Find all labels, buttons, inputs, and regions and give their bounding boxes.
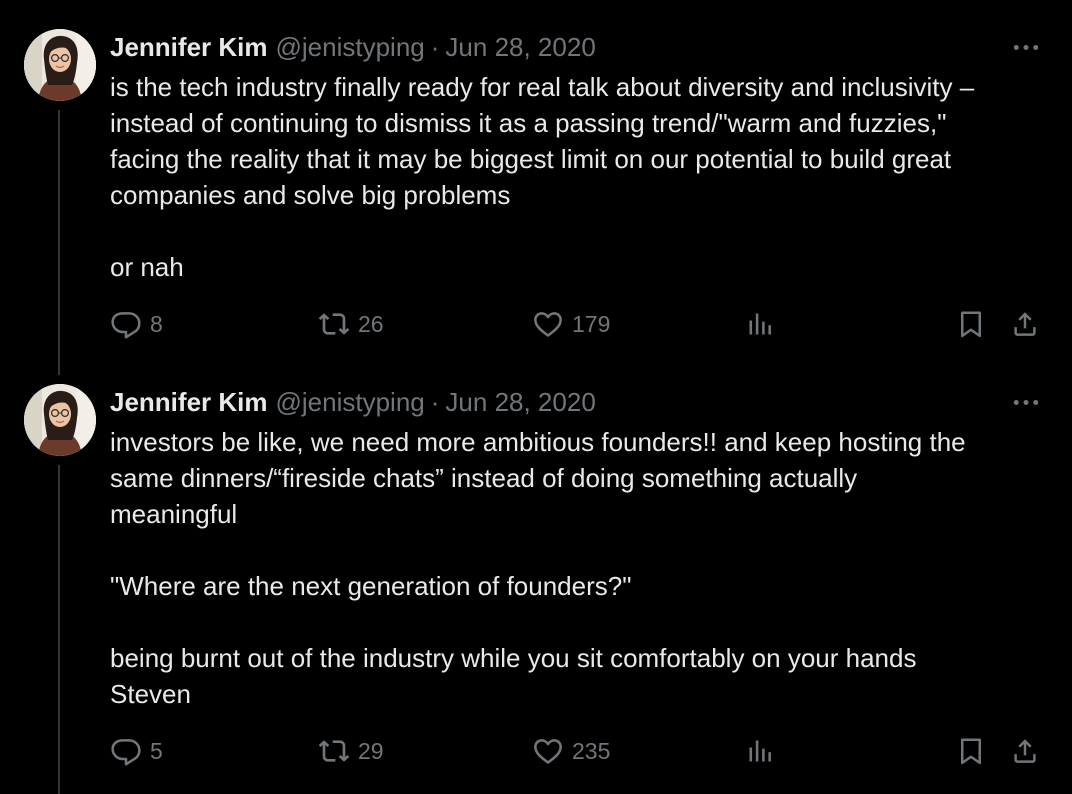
reply-count: 8 xyxy=(150,310,163,337)
like-count: 179 xyxy=(572,310,611,337)
retweet-button[interactable]: 29 xyxy=(318,731,384,771)
share-icon xyxy=(1010,736,1040,766)
author-handle[interactable]: @jenistyping xyxy=(276,387,425,418)
views-icon xyxy=(746,737,774,765)
tweet-text: is the tech industry finally ready for r… xyxy=(110,72,975,282)
like-button[interactable]: 235 xyxy=(532,731,610,771)
avatar[interactable] xyxy=(24,29,96,101)
tweet-date[interactable]: Jun 28, 2020 xyxy=(445,387,595,418)
share-icon xyxy=(1010,309,1040,339)
tweet-text: investors be like, we need more ambitiou… xyxy=(110,427,966,709)
like-button[interactable]: 179 xyxy=(532,304,610,344)
action-bar: 5 29 235 xyxy=(110,731,1050,771)
share-button[interactable] xyxy=(1010,304,1040,344)
reply-icon xyxy=(110,308,142,340)
retweet-count: 26 xyxy=(358,310,384,337)
retweet-icon xyxy=(318,735,350,767)
like-icon xyxy=(532,735,564,767)
reply-count: 5 xyxy=(150,737,163,764)
tweet[interactable]: Jennifer Kim @jenistyping · Jun 28, 2020… xyxy=(0,384,1072,794)
bookmark-icon xyxy=(956,309,986,339)
reply-button[interactable]: 5 xyxy=(110,731,163,771)
author-handle[interactable]: @jenistyping xyxy=(276,32,425,63)
separator-dot: · xyxy=(430,31,440,62)
bookmark-button[interactable] xyxy=(956,304,986,344)
tweet-header: Jennifer Kim @jenistyping · Jun 28, 2020 xyxy=(110,386,596,418)
action-bar: 8 26 179 xyxy=(110,304,1050,344)
tweet-date[interactable]: Jun 28, 2020 xyxy=(445,32,595,63)
reply-icon xyxy=(110,735,142,767)
separator-dot: · xyxy=(430,386,440,417)
views-button[interactable] xyxy=(746,304,774,344)
views-button[interactable] xyxy=(746,731,774,771)
more-options-button[interactable] xyxy=(1008,35,1044,59)
author-name[interactable]: Jennifer Kim xyxy=(110,387,268,418)
more-options-button[interactable] xyxy=(1008,390,1044,414)
reply-button[interactable]: 8 xyxy=(110,304,163,344)
share-button[interactable] xyxy=(1010,731,1040,771)
retweet-count: 29 xyxy=(358,737,384,764)
like-count: 235 xyxy=(572,737,611,764)
author-name[interactable]: Jennifer Kim xyxy=(110,32,268,63)
retweet-button[interactable]: 26 xyxy=(318,304,384,344)
bookmark-button[interactable] xyxy=(956,731,986,771)
more-icon xyxy=(1013,43,1039,52)
tweet-header: Jennifer Kim @jenistyping · Jun 28, 2020 xyxy=(110,31,596,63)
tweet[interactable]: Jennifer Kim @jenistyping · Jun 28, 2020… xyxy=(0,29,1072,359)
more-icon xyxy=(1013,398,1039,407)
bookmark-icon xyxy=(956,736,986,766)
retweet-icon xyxy=(318,308,350,340)
views-icon xyxy=(746,310,774,338)
avatar[interactable] xyxy=(24,384,96,456)
like-icon xyxy=(532,308,564,340)
